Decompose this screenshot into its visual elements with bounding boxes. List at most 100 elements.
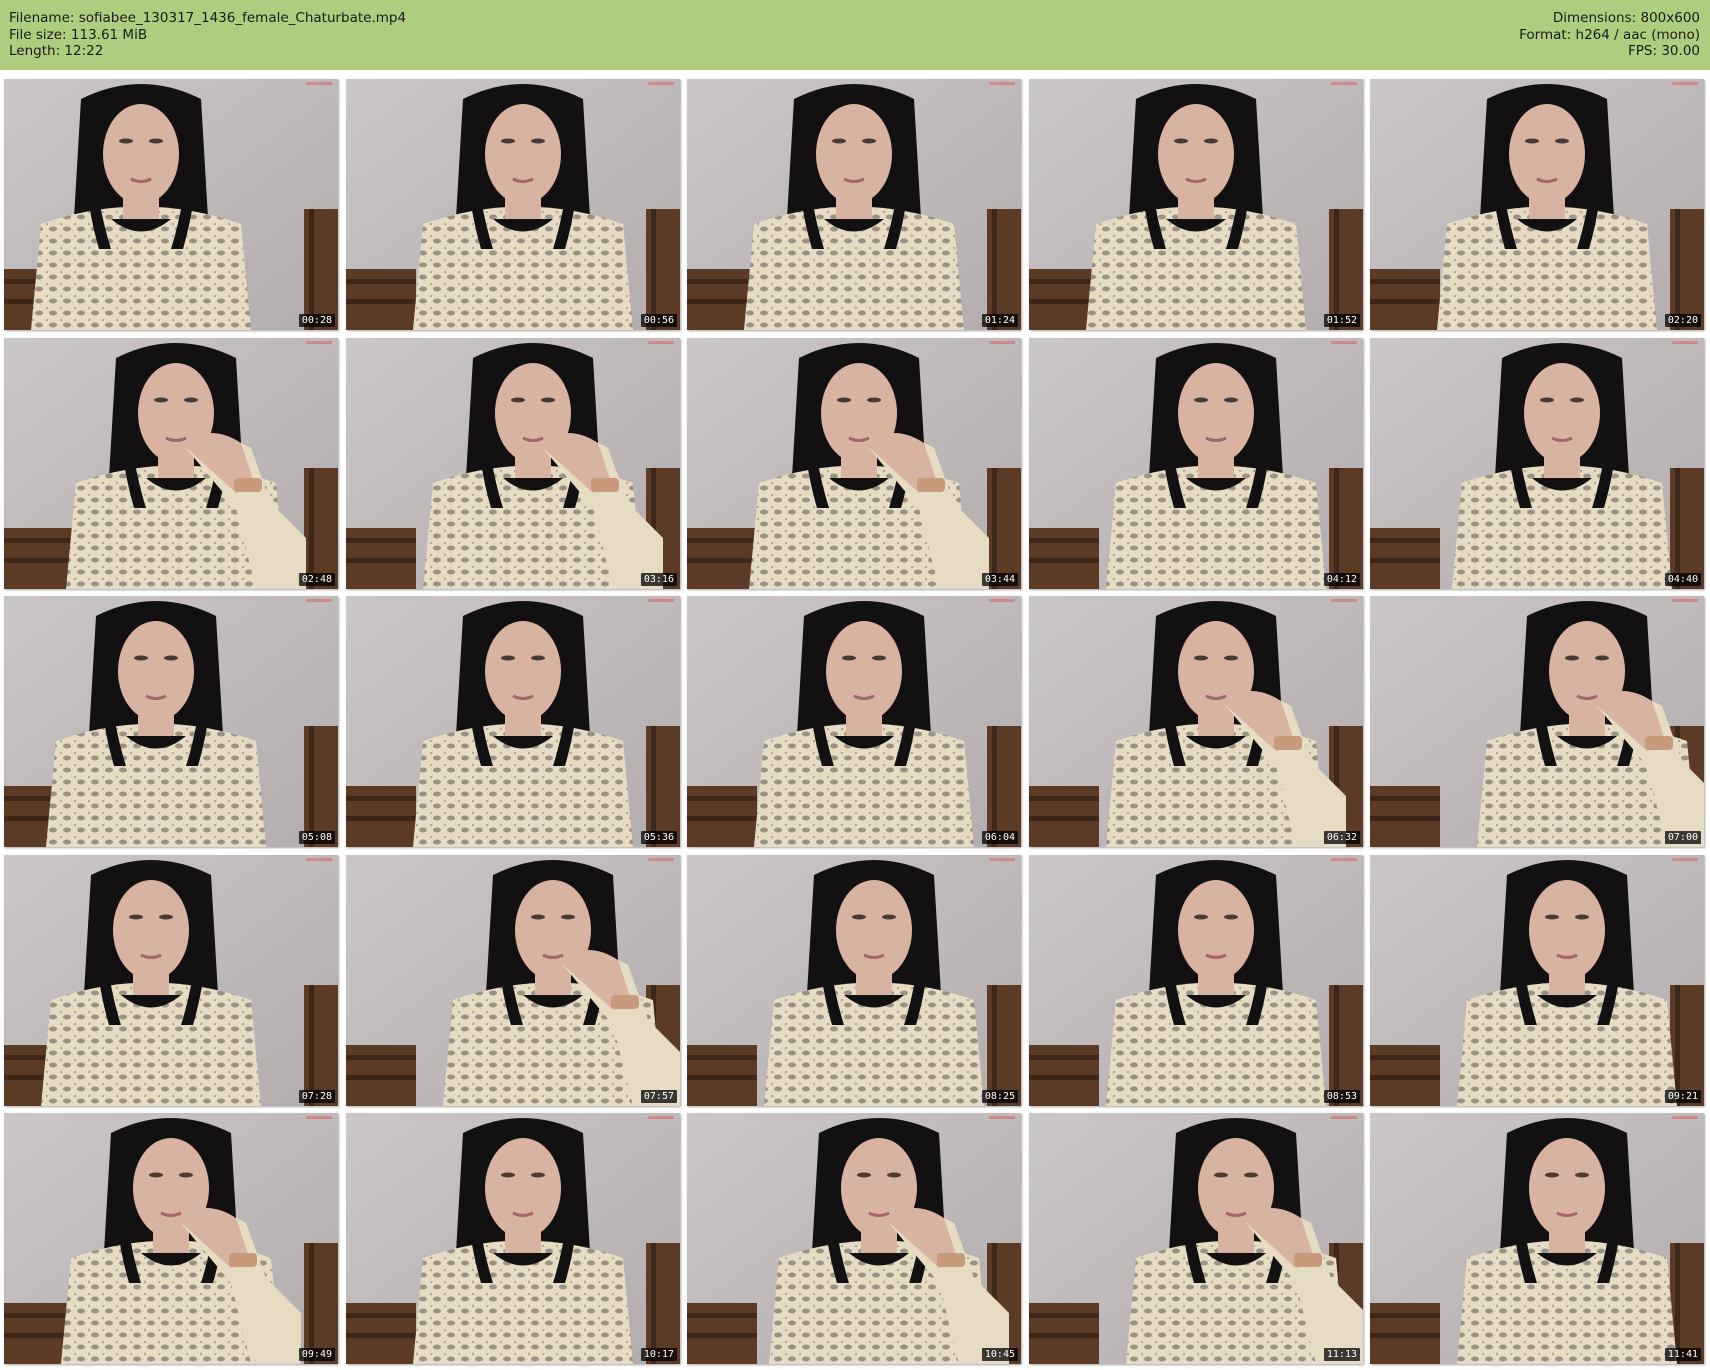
- frame-scene-image: [4, 1113, 338, 1364]
- video-frame-thumbnail: 08:53: [1029, 855, 1363, 1106]
- watermark-mark: [1331, 1116, 1357, 1119]
- video-frame-thumbnail: 00:56: [346, 79, 680, 330]
- video-frame-thumbnail: 07:00: [1370, 596, 1704, 847]
- frame-timestamp: 06:32: [1323, 831, 1360, 844]
- frame-timestamp: 07:57: [640, 1090, 677, 1103]
- video-frame-thumbnail: 11:13: [1029, 1113, 1363, 1364]
- frame-scene-image: [1029, 596, 1363, 847]
- frame-timestamp: 08:25: [981, 1090, 1018, 1103]
- frame-scene-image: [1029, 338, 1363, 589]
- frame-scene-image: [1370, 1113, 1704, 1364]
- frame-scene-image: [346, 1113, 680, 1364]
- frame-timestamp: 02:48: [298, 573, 335, 586]
- video-frame-thumbnail: 04:40: [1370, 338, 1704, 589]
- frame-scene-image: [687, 1113, 1021, 1364]
- watermark-mark: [648, 1116, 674, 1119]
- frame-timestamp: 05:08: [298, 831, 335, 844]
- watermark-mark: [1672, 858, 1698, 861]
- format-text: Format: h264 / aac (mono): [1519, 26, 1700, 43]
- watermark-mark: [648, 599, 674, 602]
- frame-timestamp: 06:04: [981, 831, 1018, 844]
- frame-timestamp: 07:00: [1664, 831, 1701, 844]
- frame-timestamp: 03:44: [981, 573, 1018, 586]
- frame-scene-image: [346, 79, 680, 330]
- watermark-mark: [1331, 82, 1357, 85]
- frame-timestamp: 09:49: [298, 1348, 335, 1361]
- video-frame-thumbnail: 10:45: [687, 1113, 1021, 1364]
- filename-text: Filename: sofiabee_130317_1436_female_Ch…: [9, 10, 407, 26]
- video-frame-thumbnail: 02:48: [4, 338, 338, 589]
- watermark-mark: [306, 341, 332, 344]
- watermark-mark: [1331, 858, 1357, 861]
- watermark-mark: [648, 858, 674, 861]
- length-text: Length: 12:22: [9, 43, 104, 59]
- watermark-mark: [989, 858, 1015, 861]
- watermark-mark: [989, 82, 1015, 85]
- frame-timestamp: 01:24: [981, 314, 1018, 327]
- frame-scene-image: [346, 596, 680, 847]
- file-info-left: Filename: sofiabee_130317_1436_female_Ch…: [9, 10, 406, 60]
- frame-scene-image: [1029, 1113, 1363, 1364]
- frame-timestamp: 08:53: [1323, 1090, 1360, 1103]
- video-frame-thumbnail: 09:21: [1370, 855, 1704, 1106]
- video-frame-thumbnail: 01:24: [687, 79, 1021, 330]
- video-frame-thumbnail: 00:28: [4, 79, 338, 330]
- frame-timestamp: 00:28: [298, 314, 335, 327]
- watermark-mark: [648, 82, 674, 85]
- frame-scene-image: [346, 855, 680, 1106]
- video-frame-thumbnail: 01:52: [1029, 79, 1363, 330]
- file-info-right: Dimensions: 800x600 Format: h264 / aac (…: [1519, 10, 1700, 60]
- video-frame-thumbnail: 06:04: [687, 596, 1021, 847]
- frame-timestamp: 02:20: [1664, 314, 1701, 327]
- watermark-mark: [1331, 599, 1357, 602]
- watermark-mark: [989, 599, 1015, 602]
- frame-scene-image: [687, 79, 1021, 330]
- frame-scene-image: [1370, 596, 1704, 847]
- frame-scene-image: [4, 79, 338, 330]
- watermark-mark: [1672, 1116, 1698, 1119]
- video-frame-thumbnail: 05:08: [4, 596, 338, 847]
- watermark-mark: [306, 599, 332, 602]
- file-info-header: Filename: sofiabee_130317_1436_female_Ch…: [0, 0, 1710, 70]
- video-frame-thumbnail: 09:49: [4, 1113, 338, 1364]
- frame-scene-image: [1370, 855, 1704, 1106]
- frame-scene-image: [687, 855, 1021, 1106]
- frame-scene-image: [1370, 79, 1704, 330]
- frame-scene-image: [4, 338, 338, 589]
- watermark-mark: [306, 82, 332, 85]
- frame-scene-image: [1029, 855, 1363, 1106]
- video-frame-thumbnail: 06:32: [1029, 596, 1363, 847]
- video-frame-thumbnail: 05:36: [346, 596, 680, 847]
- video-frame-thumbnail: 07:57: [346, 855, 680, 1106]
- video-frame-thumbnail: 02:20: [1370, 79, 1704, 330]
- frame-timestamp: 10:17: [640, 1348, 677, 1361]
- frame-scene-image: [687, 338, 1021, 589]
- video-frame-thumbnail: 08:25: [687, 855, 1021, 1106]
- frame-scene-image: [346, 338, 680, 589]
- video-frame-thumbnail: 07:28: [4, 855, 338, 1106]
- watermark-mark: [989, 341, 1015, 344]
- frame-timestamp: 03:16: [640, 573, 677, 586]
- watermark-mark: [648, 341, 674, 344]
- video-frame-thumbnail: 10:17: [346, 1113, 680, 1364]
- watermark-mark: [989, 1116, 1015, 1119]
- watermark-mark: [1331, 341, 1357, 344]
- video-frame-thumbnail: 03:44: [687, 338, 1021, 589]
- frame-timestamp: 10:45: [981, 1348, 1018, 1361]
- frame-scene-image: [1029, 79, 1363, 330]
- frame-scene-image: [1370, 338, 1704, 589]
- frame-timestamp: 11:41: [1664, 1348, 1701, 1361]
- frame-timestamp: 04:40: [1664, 573, 1701, 586]
- frame-scene-image: [4, 855, 338, 1106]
- frame-timestamp: 11:13: [1323, 1348, 1360, 1361]
- frame-timestamp: 00:56: [640, 314, 677, 327]
- watermark-mark: [306, 858, 332, 861]
- video-frame-thumbnail: 11:41: [1370, 1113, 1704, 1364]
- frame-timestamp: 07:28: [298, 1090, 335, 1103]
- watermark-mark: [1672, 599, 1698, 602]
- frame-timestamp: 05:36: [640, 831, 677, 844]
- video-frame-thumbnail: 04:12: [1029, 338, 1363, 589]
- watermark-mark: [1672, 82, 1698, 85]
- frame-timestamp: 04:12: [1323, 573, 1360, 586]
- watermark-mark: [306, 1116, 332, 1119]
